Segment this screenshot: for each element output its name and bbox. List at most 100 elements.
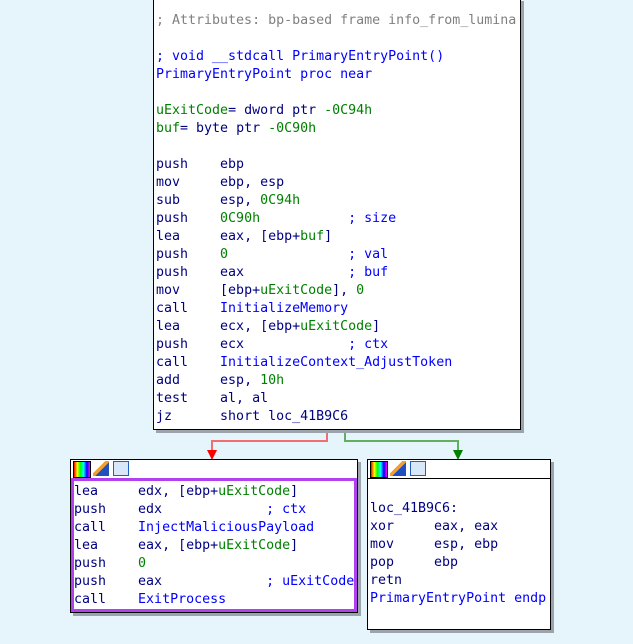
code-line[interactable]: uExitCode= dword ptr -0C94h	[156, 102, 520, 120]
main-code-block[interactable]: ; Attributes: bp-based frame info_from_l…	[153, 0, 521, 430]
code-line[interactable]: push 0	[74, 555, 357, 573]
token-op: ecx, [ebp+	[220, 319, 301, 334]
token-op: eax	[220, 265, 245, 280]
color-palette-icon[interactable]	[73, 461, 91, 478]
token-gcmt: ; Attributes: bp-based frame info_from_l…	[156, 13, 517, 28]
token-mn: push	[156, 337, 221, 352]
token-name: ExitProcess	[138, 592, 227, 607]
token-op: eax, [ebp+	[220, 229, 301, 244]
token-op: edx	[138, 502, 163, 517]
code-line[interactable]: retn	[370, 572, 550, 590]
code-line[interactable]: push 0C90h ; size	[156, 210, 520, 228]
token-op: esp,	[220, 373, 261, 388]
blank-line[interactable]	[156, 138, 520, 156]
token-mn: mov	[156, 283, 221, 298]
token-op: esp, ebp	[434, 537, 499, 552]
token-mn: mov	[156, 175, 221, 190]
code-line[interactable]: PrimaryEntryPoint endp	[370, 590, 550, 608]
token-op: esp,	[220, 193, 261, 208]
token-cmt: ; ctx	[162, 502, 307, 517]
token-cmt: ; size	[260, 211, 397, 226]
code-line[interactable]: lea edx, [ebp+uExitCode]	[74, 483, 357, 501]
code-line[interactable]: add esp, 10h	[156, 372, 520, 390]
token-mn: test	[156, 391, 221, 406]
token-mn: lea	[156, 319, 221, 334]
token-op: = dword ptr	[228, 103, 325, 118]
token-mn: push	[156, 265, 221, 280]
code-line[interactable]: push eax ; uExitCode	[74, 573, 357, 591]
code-line[interactable]: ; void __stdcall PrimaryEntryPoint()	[156, 48, 520, 66]
edit-pencil-icon[interactable]	[390, 461, 406, 476]
token-name: InjectMaliciousPayload	[138, 520, 315, 535]
code-line[interactable]: buf= byte ptr -0C90h	[156, 120, 520, 138]
token-mn: lea	[74, 538, 139, 553]
blank-line[interactable]	[156, 84, 520, 102]
edge-false-branch	[211, 429, 328, 452]
code-line[interactable]: sub esp, 0C94h	[156, 192, 520, 210]
token-op: ebp, esp	[220, 175, 285, 190]
code-line[interactable]: test al, al	[156, 390, 520, 408]
token-mn: push	[156, 157, 221, 172]
token-lbl: loc_41B9C6:	[370, 501, 459, 516]
code-line[interactable]: ; Attributes: bp-based frame info_from_l…	[156, 12, 520, 30]
code-line[interactable]: lea eax, [ebp+buf]	[156, 228, 520, 246]
token-mn: call	[156, 301, 221, 316]
token-mn: push	[156, 211, 221, 226]
code-line[interactable]: mov ebp, esp	[156, 174, 520, 192]
code-line[interactable]: push edx ; ctx	[74, 501, 357, 519]
token-op: ecx	[220, 337, 245, 352]
code-line[interactable]: call InitializeContext_AdjustToken	[156, 354, 520, 372]
token-op: [ebp+	[220, 283, 261, 298]
token-var: uExitCode	[300, 319, 373, 334]
token-cmt: ; uExitCode	[162, 574, 355, 589]
code-line[interactable]: lea eax, [ebp+uExitCode]	[74, 537, 357, 555]
token-mn: lea	[156, 229, 221, 244]
block-header	[71, 460, 357, 479]
code-line[interactable]: push eax ; buf	[156, 264, 520, 282]
true-branch-block[interactable]: loc_41B9C6: xor eax, eax mov esp, ebp pop e…	[367, 459, 551, 630]
token-mn: push	[74, 502, 139, 517]
color-palette-icon[interactable]	[370, 461, 388, 478]
token-op: edx, [ebp+	[138, 484, 219, 499]
code-line[interactable]: call InitializeMemory	[156, 300, 520, 318]
token-mn: mov	[370, 537, 435, 552]
token-op: ]	[372, 319, 381, 334]
token-num: 0	[138, 556, 147, 571]
token-cmt: ; buf	[244, 265, 389, 280]
code-line[interactable]: lea ecx, [ebp+uExitCode]	[156, 318, 520, 336]
token-mn: lea	[74, 484, 139, 499]
token-num: 0	[356, 283, 365, 298]
token-mn: push	[74, 556, 139, 571]
token-num: 10h	[260, 373, 285, 388]
edge-true-branch	[344, 429, 459, 452]
token-mn: xor	[370, 519, 435, 534]
code-line[interactable]: push 0 ; val	[156, 246, 520, 264]
code-line[interactable]: mov esp, ebp	[370, 536, 550, 554]
false-branch-block[interactable]: lea edx, [ebp+uExitCode] push edx ; ctx ca…	[70, 459, 358, 613]
token-name: ; void __stdcall PrimaryEntryPoint()	[156, 49, 445, 64]
code-line[interactable]: jz short loc_41B9C6	[156, 408, 520, 426]
code-line[interactable]: push ecx ; ctx	[156, 336, 520, 354]
code-line[interactable]: push ebp	[156, 156, 520, 174]
code-line[interactable]: call ExitProcess	[74, 591, 357, 609]
token-op: ]	[290, 484, 299, 499]
code-line[interactable]: call InjectMaliciousPayload	[74, 519, 357, 537]
code-line[interactable]: pop ebp	[370, 554, 550, 572]
token-op: ebp	[434, 555, 459, 570]
token-cmt: ; ctx	[244, 337, 389, 352]
code-line[interactable]: xor eax, eax	[370, 518, 550, 536]
blank-line[interactable]	[156, 30, 520, 48]
code-line[interactable]: mov [ebp+uExitCode], 0	[156, 282, 520, 300]
token-op: = byte ptr	[180, 121, 269, 136]
token-var: uExitCode	[218, 538, 291, 553]
token-mn: call	[156, 355, 221, 370]
code-line[interactable]: loc_41B9C6:	[370, 500, 550, 518]
edit-pencil-icon[interactable]	[93, 461, 109, 476]
token-op: eax, [ebp+	[138, 538, 219, 553]
token-var: buf	[300, 229, 325, 244]
code-line[interactable]: PrimaryEntryPoint proc near	[156, 66, 520, 84]
graph-layout-icon[interactable]	[410, 461, 426, 476]
blank-line[interactable]	[370, 482, 550, 500]
graph-layout-icon[interactable]	[113, 461, 129, 476]
token-name: InitializeContext_AdjustToken	[220, 355, 453, 370]
